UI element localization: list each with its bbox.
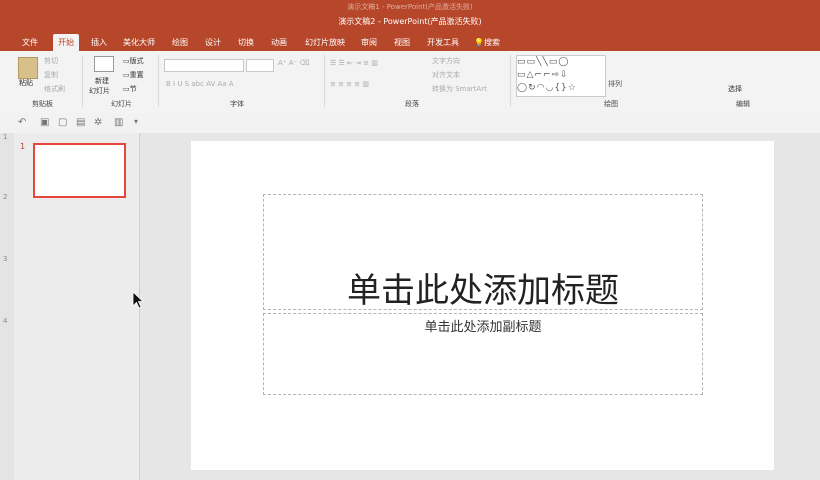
ribbon-home: 粘贴 剪切 复制 格式刷 剪贴板 新建 幻灯片 ▭版式 ▭重置 ▭节 幻灯片 A… xyxy=(0,51,820,114)
options-icon[interactable]: ✲ xyxy=(94,117,102,128)
title-placeholder-text: 单击此处添加标题 xyxy=(347,271,619,311)
new-slide-button[interactable]: 新建 xyxy=(95,76,109,86)
subtitle-placeholder[interactable]: 单击此处添加副标题 xyxy=(263,313,703,395)
slides-group-label: 幻灯片 xyxy=(111,100,132,108)
paste-button[interactable]: 粘贴 xyxy=(19,78,33,88)
clipboard-group-label: 剪贴板 xyxy=(32,100,53,108)
slide-thumbnail[interactable] xyxy=(33,143,126,198)
slide-canvas[interactable]: 单击此处添加标题 单击此处添加副标题 xyxy=(191,141,774,470)
font-size-select[interactable] xyxy=(246,59,274,72)
save-icon[interactable]: ▤ xyxy=(76,117,85,128)
slide-thumbnail-pane: 1 2 3 4 1 xyxy=(0,133,140,480)
tab-insert[interactable]: 插入 xyxy=(91,37,107,48)
reset-button[interactable]: ▭重置 xyxy=(123,70,144,80)
ribbon-separator xyxy=(82,55,83,107)
font-size-controls-icon[interactable]: A⁺ A⁻ ⌫ xyxy=(278,59,309,67)
copy-button[interactable]: 复制 xyxy=(44,70,58,80)
ruler-mark: 2 xyxy=(3,193,8,201)
ribbon-separator xyxy=(324,55,325,107)
text-direction-button[interactable]: 文字方向 xyxy=(432,56,460,66)
tab-home[interactable]: 开始 xyxy=(53,34,79,51)
tab-design[interactable]: 设计 xyxy=(205,37,221,48)
tab-file[interactable]: 文件 xyxy=(22,37,38,48)
tab-beautify-master[interactable]: 美化大师 xyxy=(123,37,155,48)
slide-number: 1 xyxy=(20,142,26,151)
section-button[interactable]: ▭节 xyxy=(123,84,137,94)
format-painter-button[interactable]: 格式刷 xyxy=(44,84,65,94)
tab-animations[interactable]: 动画 xyxy=(271,37,287,48)
print-preview-icon[interactable]: ▥ xyxy=(114,117,123,128)
presenter-icon[interactable]: ▢ xyxy=(58,117,67,128)
font-family-select[interactable] xyxy=(164,59,244,72)
cut-button[interactable]: 剪切 xyxy=(44,56,58,66)
paste-icon[interactable] xyxy=(18,57,38,79)
align-text-button[interactable]: 对齐文本 xyxy=(432,70,460,80)
ribbon-separator xyxy=(158,55,159,107)
search-label: 搜索 xyxy=(483,38,500,47)
ruler-mark: 4 xyxy=(3,317,8,325)
customize-qat-icon[interactable]: ▾ xyxy=(134,117,138,126)
start-from-beginning-icon[interactable]: ▣ xyxy=(40,117,49,128)
ruler-mark: 1 xyxy=(3,133,8,141)
tab-view[interactable]: 视图 xyxy=(394,37,410,48)
title-placeholder[interactable]: 单击此处添加标题 xyxy=(263,194,703,311)
convert-smartart-button[interactable]: 转换为 SmartArt xyxy=(432,84,487,94)
vertical-ruler: 1 2 3 4 xyxy=(0,133,14,480)
ribbon-separator xyxy=(510,55,511,107)
quick-access-toolbar: ↶ ▣ ▢ ▤ ✲ ▥ ▾ xyxy=(0,113,820,133)
shapes-gallery[interactable]: ▭▭╲╲▭◯ ▭△⌐⌐⇨⇩ ◯↻◠◡{}☆ xyxy=(516,55,606,97)
search-button[interactable]: 💡搜索 xyxy=(474,37,500,48)
undo-icon[interactable]: ↶ xyxy=(18,117,26,128)
list-buttons-icon[interactable]: ☰ ☰ ⇤ ⇥ ≡ ▥ xyxy=(330,59,378,67)
font-style-buttons[interactable]: B I U S abc AV Aa A xyxy=(166,80,234,88)
drawing-group-label: 绘图 xyxy=(604,100,618,108)
new-slide-label-line2: 幻灯片 xyxy=(89,87,110,95)
layout-button[interactable]: ▭版式 xyxy=(123,56,144,66)
window-title-back: 演示文稿1 - PowerPoint(产品激活失败) xyxy=(347,3,473,11)
tab-slideshow[interactable]: 幻灯片放映 xyxy=(305,37,345,48)
paragraph-group-label: 段落 xyxy=(405,100,419,108)
slide-editor: 单击此处添加标题 单击此处添加副标题 xyxy=(140,133,820,480)
lightbulb-icon: 💡 xyxy=(474,38,484,47)
select-button[interactable]: 选择 xyxy=(728,84,742,94)
subtitle-placeholder-text: 单击此处添加副标题 xyxy=(424,320,542,335)
ruler-mark: 3 xyxy=(3,255,8,263)
tab-draw[interactable]: 绘图 xyxy=(172,37,188,48)
new-slide-icon[interactable] xyxy=(94,56,114,72)
editing-group-label: 编辑 xyxy=(736,100,750,108)
window-title: 演示文稿2 - PowerPoint(产品激活失败) xyxy=(338,17,482,26)
align-buttons-icon[interactable]: ≡ ≡ ≡ ≡ ▥ xyxy=(330,80,369,88)
tab-review[interactable]: 审阅 xyxy=(361,37,377,48)
font-group-label: 字体 xyxy=(230,100,244,108)
ribbon-tabs: 文件 开始 插入 美化大师 绘图 设计 切换 动画 幻灯片放映 审阅 视图 开发… xyxy=(0,34,820,51)
tab-developer[interactable]: 开发工具 xyxy=(427,37,459,48)
mouse-cursor-icon xyxy=(132,291,144,309)
title-bar: 演示文稿1 - PowerPoint(产品激活失败) 演示文稿2 - Power… xyxy=(0,0,820,34)
arrange-button[interactable]: 排列 xyxy=(608,79,622,89)
tab-transitions[interactable]: 切换 xyxy=(238,37,254,48)
